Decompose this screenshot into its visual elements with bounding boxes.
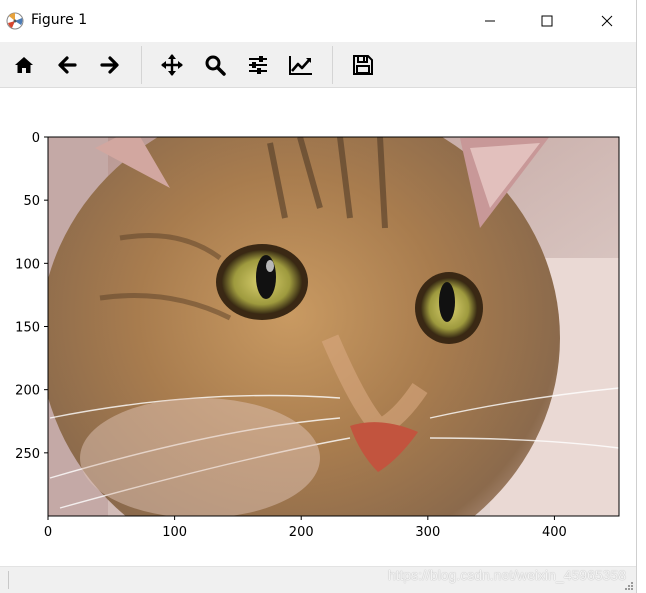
resize-grip-icon[interactable]	[625, 582, 634, 591]
x-tick-label: 400	[542, 525, 567, 540]
arrow-left-icon	[58, 56, 77, 74]
edit-axes-button[interactable]	[286, 50, 316, 80]
zoom-icon	[205, 55, 226, 76]
y-tick-label: 200	[15, 384, 40, 399]
move-icon	[161, 54, 183, 76]
line-chart-icon	[289, 56, 312, 75]
y-tick-label: 100	[15, 257, 40, 272]
maximize-icon	[541, 15, 553, 27]
y-axis: 0 50 100 150 200 250	[15, 131, 48, 462]
zoom-button[interactable]	[200, 50, 230, 80]
forward-button[interactable]	[95, 50, 125, 80]
close-icon	[601, 15, 613, 27]
home-icon	[15, 57, 33, 73]
toolbar-separator	[141, 46, 142, 84]
axes-plot: 0 100 200 300 400 0 50 100 150 200 250	[15, 131, 620, 540]
back-button[interactable]	[52, 50, 82, 80]
figure-window: Figure 1 0 100 200 300 400 0 50 100 150 …	[0, 0, 637, 593]
window-title: Figure 1	[31, 12, 88, 28]
x-tick-label: 200	[289, 525, 314, 540]
status-separator	[8, 571, 9, 589]
x-tick-label: 100	[162, 525, 187, 540]
minimize-button[interactable]	[467, 0, 513, 42]
x-tick-label: 0	[44, 525, 52, 540]
minimize-icon	[485, 20, 495, 22]
pan-button[interactable]	[157, 50, 187, 80]
home-button[interactable]	[9, 50, 39, 80]
close-button[interactable]	[584, 0, 630, 42]
figure-canvas[interactable]: 0 100 200 300 400 0 50 100 150 200 250	[0, 88, 636, 566]
sliders-icon	[249, 56, 267, 74]
configure-subplots-button[interactable]	[243, 50, 273, 80]
y-tick-label: 150	[15, 321, 40, 336]
status-bar: https://blog.csdn.net/weixin_45965358	[0, 566, 636, 593]
watermark-text: https://blog.csdn.net/weixin_45965358	[387, 567, 626, 583]
cat-image	[48, 137, 619, 516]
x-tick-label: 300	[415, 525, 440, 540]
title-bar[interactable]: Figure 1	[0, 0, 636, 42]
y-tick-label: 0	[32, 131, 40, 146]
x-axis: 0 100 200 300 400	[44, 516, 567, 540]
toolbar-separator	[332, 46, 333, 84]
y-tick-label: 50	[23, 194, 40, 209]
navigation-toolbar	[0, 42, 636, 88]
maximize-button[interactable]	[524, 0, 570, 42]
matplotlib-logo-icon	[6, 12, 24, 30]
save-button[interactable]	[348, 50, 378, 80]
arrow-right-icon	[100, 56, 119, 74]
y-tick-label: 250	[15, 447, 40, 462]
floppy-disk-icon	[353, 55, 373, 75]
